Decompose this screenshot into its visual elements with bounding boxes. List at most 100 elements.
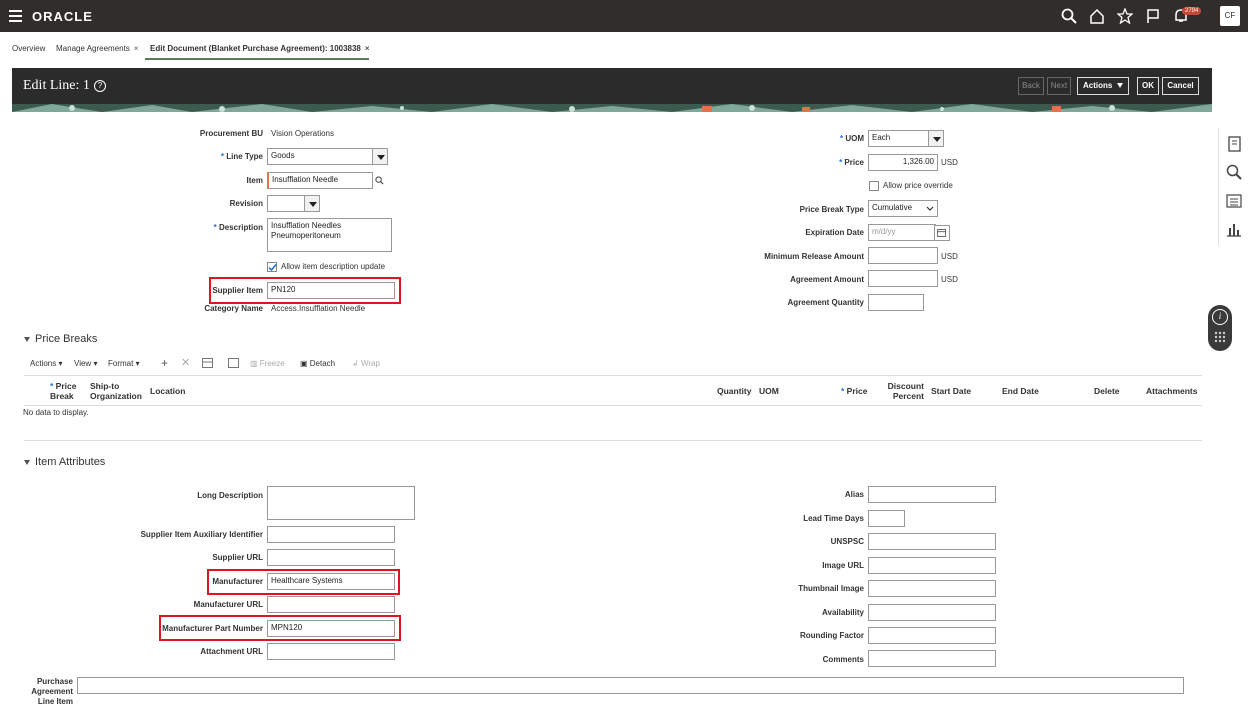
menu-icon[interactable]: [9, 10, 22, 22]
manufacturer-url-label: Manufacturer URL: [193, 600, 263, 609]
alias-input[interactable]: [868, 486, 996, 503]
search-panel-icon[interactable]: [1225, 163, 1243, 181]
price-input[interactable]: 1,326.00: [868, 154, 938, 171]
tab-manage-agreements[interactable]: Manage Agreements ×: [56, 44, 139, 53]
edit-line-header: Edit Line: 1 ? Back Next Actions OK Canc…: [12, 68, 1212, 112]
long-description-label: Long Description: [197, 491, 263, 500]
availability-input[interactable]: [868, 604, 996, 621]
col-location[interactable]: Location: [150, 386, 185, 396]
manufacturer-url-input[interactable]: [267, 596, 395, 613]
section-divider: [24, 440, 1202, 441]
uom-select[interactable]: Each: [868, 130, 929, 147]
thumbnail-image-input[interactable]: [868, 580, 996, 597]
image-url-label: Image URL: [822, 561, 864, 570]
document-icon[interactable]: [1225, 135, 1243, 153]
col-start-date[interactable]: Start Date: [931, 386, 971, 396]
allow-price-override-checkbox[interactable]: [869, 181, 879, 191]
line-type-dropdown-button[interactable]: [372, 148, 388, 165]
revision-select[interactable]: [267, 195, 305, 212]
comments-input[interactable]: [868, 650, 996, 667]
pb-actions-menu[interactable]: Actions ▾: [30, 359, 62, 368]
rounding-factor-input[interactable]: [868, 627, 996, 644]
minimum-release-amount-label: Minimum Release Amount: [764, 252, 864, 261]
alias-label: Alias: [844, 490, 864, 499]
col-end-date[interactable]: End Date: [1002, 386, 1039, 396]
favorites-icon[interactable]: [1117, 8, 1133, 24]
analytics-icon[interactable]: [1225, 220, 1243, 238]
actions-menu-button[interactable]: Actions: [1077, 77, 1129, 95]
search-icon[interactable]: [1061, 8, 1077, 24]
wrap-button[interactable]: ↲ Wrap: [352, 359, 380, 368]
back-button[interactable]: Back: [1018, 77, 1044, 95]
keypad-icon[interactable]: [1213, 330, 1227, 344]
col-price-break[interactable]: * Price Break: [50, 381, 85, 401]
supplier-url-input[interactable]: [267, 549, 395, 566]
col-price[interactable]: * Price: [841, 386, 867, 396]
uom-dropdown-button[interactable]: [928, 130, 944, 147]
price-break-type-label: Price Break Type: [799, 205, 864, 214]
item-search-icon[interactable]: [375, 176, 384, 185]
col-attachments[interactable]: Attachments: [1146, 386, 1197, 396]
image-url-input[interactable]: [868, 557, 996, 574]
freeze-button[interactable]: ▥ Freeze: [250, 359, 285, 368]
list-icon[interactable]: [1225, 192, 1243, 210]
oracle-logo: ORACLE: [32, 9, 93, 24]
notification-count-badge: 2794: [1182, 7, 1202, 15]
attachment-url-input[interactable]: [267, 643, 395, 660]
collapse-icon: [24, 459, 30, 465]
query-by-example-icon[interactable]: [202, 358, 213, 368]
category-name-label: Category Name: [204, 304, 263, 313]
detach-button[interactable]: ▣ Detach: [300, 359, 335, 368]
line-type-label: * Line Type: [220, 152, 263, 161]
export-icon[interactable]: [228, 358, 239, 368]
procurement-bu-label: Procurement BU: [199, 129, 263, 138]
expiration-date-input[interactable]: m/d/yy: [868, 224, 936, 241]
description-textarea[interactable]: Insufflation Needles Pneumoperitoneum: [267, 218, 392, 252]
revision-dropdown-button[interactable]: [304, 195, 320, 212]
collapse-icon: [24, 336, 30, 342]
allow-description-update-checkbox[interactable]: [267, 262, 277, 272]
chevron-down-icon: [926, 206, 934, 211]
watchlist-flag-icon[interactable]: [1145, 8, 1161, 24]
item-input[interactable]: Insufflation Needle: [267, 172, 373, 189]
minimum-release-currency: USD: [941, 252, 958, 261]
long-description-textarea[interactable]: [267, 486, 415, 520]
lead-time-days-input[interactable]: [868, 510, 905, 527]
price-breaks-section-header[interactable]: Price Breaks: [24, 333, 97, 345]
user-avatar[interactable]: CF: [1220, 6, 1240, 26]
agreement-amount-input[interactable]: [868, 270, 938, 287]
col-discount-percent[interactable]: Discount Percent: [882, 381, 924, 401]
tab-overview[interactable]: Overview: [12, 44, 45, 53]
guided-help-widget[interactable]: i: [1208, 305, 1232, 351]
help-icon[interactable]: ?: [94, 80, 106, 92]
calendar-icon[interactable]: [934, 225, 950, 241]
agreement-quantity-input[interactable]: [868, 294, 924, 311]
tab-edit-document[interactable]: Edit Document (Blanket Purchase Agreemen…: [150, 44, 370, 53]
pb-format-menu[interactable]: Format ▾: [108, 359, 140, 368]
col-quantity[interactable]: Quantity: [717, 386, 751, 396]
delete-row-icon[interactable]: ✕: [181, 356, 190, 369]
info-icon[interactable]: i: [1212, 309, 1228, 325]
minimum-release-amount-input[interactable]: [868, 247, 938, 264]
cancel-button[interactable]: Cancel: [1162, 77, 1199, 95]
close-tab-icon[interactable]: ×: [365, 44, 370, 53]
col-uom[interactable]: UOM: [759, 386, 779, 396]
ok-button[interactable]: OK: [1137, 77, 1159, 95]
item-attributes-section-header[interactable]: Item Attributes: [24, 456, 105, 468]
col-delete[interactable]: Delete: [1094, 386, 1120, 396]
col-ship-to-organization[interactable]: Ship-to Organization: [90, 381, 146, 401]
home-icon[interactable]: [1089, 8, 1105, 24]
active-tab-indicator: [145, 58, 369, 60]
close-tab-icon[interactable]: ×: [134, 44, 139, 53]
pb-view-menu[interactable]: View ▾: [74, 359, 97, 368]
next-button[interactable]: Next: [1047, 77, 1071, 95]
expiration-date-label: Expiration Date: [805, 228, 864, 237]
line-type-select[interactable]: Goods: [267, 148, 374, 165]
unspsc-input[interactable]: [868, 533, 996, 550]
supplier-url-label: Supplier URL: [212, 553, 263, 562]
aux-identifier-label: Supplier Item Auxiliary Identifier: [140, 530, 263, 539]
purchase-agreement-line-item-input[interactable]: [77, 677, 1184, 694]
highlight-supplier-item: [209, 277, 401, 304]
add-row-icon[interactable]: +: [161, 356, 168, 370]
aux-identifier-input[interactable]: [267, 526, 395, 543]
